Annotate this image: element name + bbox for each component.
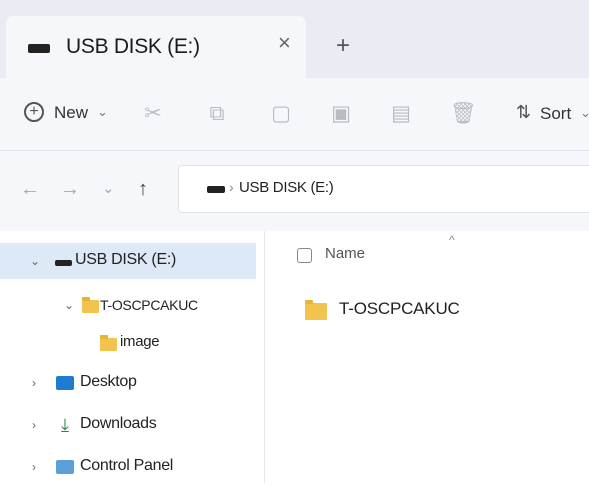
sidebar-item-label: image [120, 333, 160, 350]
sidebar-item-label: Downloads [80, 415, 157, 432]
address-bar[interactable]: › USB DISK (E:) [178, 165, 589, 213]
file-list: ^ Name T-OSCPCAKUC [265, 231, 589, 483]
download-icon: ⤓ [61, 415, 69, 435]
new-tab-button[interactable]: + [336, 34, 350, 58]
chevron-down-icon: ⌄ [580, 105, 589, 120]
folder-icon [305, 300, 327, 320]
drive-icon [28, 44, 50, 53]
cut-icon[interactable]: ✂ [142, 102, 164, 126]
chevron-down-icon[interactable]: ⌄ [64, 298, 74, 312]
sidebar-item-desktop[interactable]: › Desktop [0, 365, 256, 401]
chevron-right-icon[interactable]: › [32, 376, 36, 390]
forward-button[interactable]: → [60, 179, 80, 199]
command-bar: + New ⌄ ✂ ⧉ ▢ ▣ ▤ 🗑 ⇅ Sort ⌄ [0, 78, 589, 151]
rename-icon[interactable]: ▣ [330, 102, 352, 126]
sidebar-item-t-oscpcakuc[interactable]: ⌄ T-OSCPCAKUC [0, 287, 256, 323]
close-tab-button[interactable]: × [278, 32, 291, 54]
list-item[interactable]: T-OSCPCAKUC [295, 291, 575, 327]
drive-icon [207, 186, 225, 193]
drive-icon [55, 260, 72, 266]
chevron-down-icon[interactable]: ⌄ [30, 254, 40, 268]
breadcrumb-usb-disk[interactable]: USB DISK (E:) [239, 179, 334, 196]
share-icon[interactable]: ▤ [390, 102, 412, 126]
folder-icon [82, 297, 99, 313]
sidebar-item-usb-disk[interactable]: ⌄ USB DISK (E:) [0, 243, 256, 279]
column-header-label: Name [325, 245, 366, 262]
sidebar-item-image[interactable]: image [0, 327, 256, 363]
chevron-down-icon: ⌄ [97, 104, 108, 119]
navigation-row: ← → ⌄ ↑ › USB DISK (E:) [0, 151, 589, 231]
sidebar-item-downloads[interactable]: › ⤓ Downloads [0, 407, 256, 443]
plus-circle-icon: + [24, 102, 44, 122]
sidebar-item-label: Desktop [80, 373, 137, 390]
folder-icon [100, 335, 117, 351]
copy-icon[interactable]: ⧉ [206, 102, 228, 126]
back-button[interactable]: ← [20, 179, 40, 199]
tab-title: USB DISK (E:) [66, 35, 200, 58]
up-button[interactable]: ↑ [138, 179, 148, 199]
paste-icon[interactable]: ▢ [270, 102, 292, 126]
sort-ascending-icon: ^ [449, 233, 455, 247]
control-panel-icon [56, 460, 74, 474]
navigation-pane: ⌄ USB DISK (E:) ⌄ T-OSCPCAKUC image › De… [0, 231, 265, 483]
chevron-right-icon[interactable]: › [32, 460, 36, 474]
file-name: T-OSCPCAKUC [339, 299, 460, 318]
tab-usb-disk[interactable]: USB DISK (E:) × [6, 16, 306, 78]
sidebar-item-label: USB DISK (E:) [75, 251, 177, 268]
new-button-label: New [54, 103, 89, 122]
sort-button-label: Sort [540, 104, 572, 123]
sidebar-item-label: T-OSCPCAKUC [100, 297, 198, 313]
breadcrumb-separator: › [229, 179, 234, 195]
sort-icon: ⇅ [516, 102, 532, 122]
tab-bar: USB DISK (E:) × + [0, 0, 589, 78]
chevron-right-icon[interactable]: › [32, 418, 36, 432]
recent-locations-button[interactable]: ⌄ [102, 181, 115, 196]
desktop-icon [56, 376, 74, 390]
select-all-checkbox[interactable] [297, 248, 312, 263]
delete-icon[interactable]: 🗑 [450, 102, 477, 126]
sidebar-item-control-panel[interactable]: › Control Panel [0, 449, 256, 485]
sidebar-item-label: Control Panel [80, 457, 174, 474]
